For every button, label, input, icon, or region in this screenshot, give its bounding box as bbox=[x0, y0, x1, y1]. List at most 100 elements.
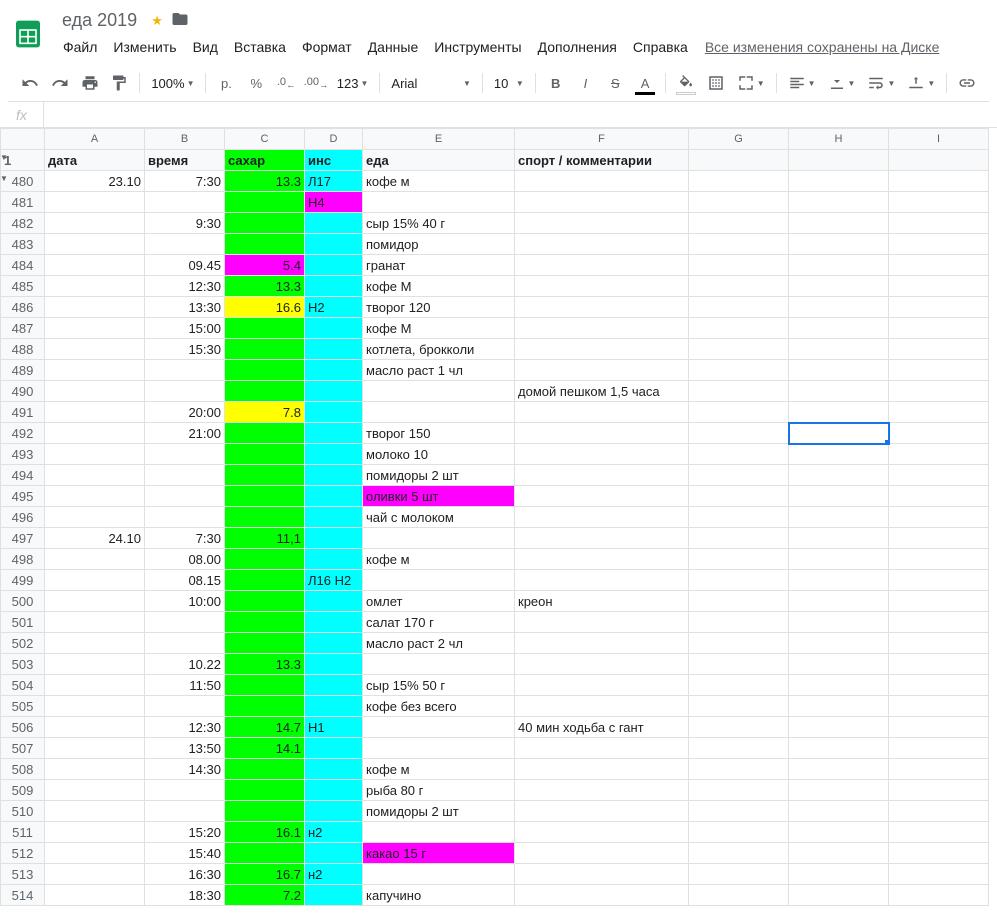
spreadsheet-grid[interactable]: A B C D E F G H I ▼1 дата время сахар ин… bbox=[0, 128, 997, 906]
font-family-dropdown[interactable]: Arial▼ bbox=[386, 73, 476, 94]
cell[interactable]: Н2 bbox=[305, 297, 363, 318]
row-header[interactable]: 514 bbox=[1, 885, 45, 906]
cell[interactable] bbox=[689, 486, 789, 507]
cell[interactable] bbox=[225, 843, 305, 864]
cell[interactable] bbox=[689, 801, 789, 822]
cell[interactable] bbox=[889, 612, 989, 633]
cell[interactable] bbox=[789, 276, 889, 297]
cell[interactable] bbox=[45, 633, 145, 654]
cell[interactable] bbox=[789, 696, 889, 717]
cell[interactable] bbox=[515, 297, 689, 318]
cell[interactable] bbox=[789, 759, 889, 780]
cell[interactable]: 12:30 bbox=[145, 276, 225, 297]
cell[interactable] bbox=[889, 570, 989, 591]
cell[interactable] bbox=[689, 549, 789, 570]
cell[interactable] bbox=[225, 318, 305, 339]
cell[interactable] bbox=[305, 801, 363, 822]
cell[interactable] bbox=[789, 192, 889, 213]
italic-button[interactable]: I bbox=[572, 69, 600, 97]
cell[interactable] bbox=[889, 402, 989, 423]
cell[interactable]: 10:00 bbox=[145, 591, 225, 612]
cell[interactable]: чай с молоком bbox=[363, 507, 515, 528]
row-header[interactable]: 481 bbox=[1, 192, 45, 213]
cell[interactable] bbox=[363, 717, 515, 738]
row-header[interactable]: 498 bbox=[1, 549, 45, 570]
cell[interactable] bbox=[225, 696, 305, 717]
cell[interactable]: 7:30 bbox=[145, 171, 225, 192]
cell[interactable] bbox=[305, 738, 363, 759]
row-header[interactable]: 492 bbox=[1, 423, 45, 444]
cell[interactable] bbox=[225, 759, 305, 780]
redo-button[interactable] bbox=[46, 69, 74, 97]
cell[interactable] bbox=[789, 675, 889, 696]
col-header-I[interactable]: I bbox=[889, 129, 989, 150]
cell[interactable] bbox=[889, 381, 989, 402]
cell[interactable] bbox=[225, 360, 305, 381]
text-wrap-dropdown[interactable]: ▼ bbox=[862, 71, 900, 95]
cell[interactable]: кофе М bbox=[363, 318, 515, 339]
cell[interactable] bbox=[689, 360, 789, 381]
cell[interactable] bbox=[45, 234, 145, 255]
cell[interactable] bbox=[689, 318, 789, 339]
cell[interactable] bbox=[145, 360, 225, 381]
decrease-decimal-button[interactable]: .0← bbox=[272, 69, 300, 97]
cell[interactable] bbox=[789, 612, 889, 633]
cell[interactable] bbox=[689, 843, 789, 864]
cell[interactable] bbox=[225, 486, 305, 507]
cell[interactable] bbox=[689, 171, 789, 192]
cell[interactable] bbox=[689, 885, 789, 906]
cell[interactable] bbox=[515, 318, 689, 339]
merge-cells-dropdown[interactable]: ▼ bbox=[732, 71, 770, 95]
col-header-C[interactable]: C bbox=[225, 129, 305, 150]
row-header[interactable]: 510 bbox=[1, 801, 45, 822]
cell[interactable] bbox=[789, 654, 889, 675]
cell[interactable] bbox=[889, 465, 989, 486]
cell[interactable]: кофе м bbox=[363, 549, 515, 570]
cell[interactable]: Н1 bbox=[305, 717, 363, 738]
row-header[interactable]: 501 bbox=[1, 612, 45, 633]
cell[interactable] bbox=[889, 864, 989, 885]
cell[interactable]: творог 120 bbox=[363, 297, 515, 318]
cell[interactable]: какао 15 г bbox=[363, 843, 515, 864]
cell[interactable] bbox=[789, 360, 889, 381]
cell[interactable]: молоко 10 bbox=[363, 444, 515, 465]
cell[interactable] bbox=[145, 780, 225, 801]
cell[interactable] bbox=[363, 570, 515, 591]
cell[interactable]: домой пешком 1,5 часа bbox=[515, 381, 689, 402]
col-header-A[interactable]: A bbox=[45, 129, 145, 150]
cell[interactable] bbox=[225, 213, 305, 234]
cell[interactable] bbox=[305, 549, 363, 570]
cell[interactable] bbox=[305, 612, 363, 633]
cell[interactable] bbox=[515, 885, 689, 906]
cell[interactable] bbox=[889, 696, 989, 717]
cell[interactable]: 15:40 bbox=[145, 843, 225, 864]
cell[interactable] bbox=[305, 381, 363, 402]
row-header[interactable]: 482 bbox=[1, 213, 45, 234]
cell[interactable]: 21:00 bbox=[145, 423, 225, 444]
cell[interactable] bbox=[789, 885, 889, 906]
cell[interactable]: масло раст 2 чл bbox=[363, 633, 515, 654]
cell[interactable] bbox=[889, 150, 989, 171]
cell[interactable] bbox=[45, 444, 145, 465]
cell[interactable]: 20:00 bbox=[145, 402, 225, 423]
menu-view[interactable]: Вид bbox=[186, 35, 225, 59]
cell[interactable] bbox=[689, 612, 789, 633]
undo-button[interactable] bbox=[16, 69, 44, 97]
row-header[interactable]: 496 bbox=[1, 507, 45, 528]
menu-data[interactable]: Данные bbox=[361, 35, 426, 59]
cell[interactable]: помидоры 2 шт bbox=[363, 465, 515, 486]
cell[interactable] bbox=[225, 444, 305, 465]
cell[interactable] bbox=[689, 717, 789, 738]
cell[interactable] bbox=[789, 465, 889, 486]
increase-decimal-button[interactable]: .00→ bbox=[302, 69, 330, 97]
cell[interactable] bbox=[225, 192, 305, 213]
row-header[interactable]: 489 bbox=[1, 360, 45, 381]
row-header[interactable]: ▼480 bbox=[1, 171, 45, 192]
cell[interactable] bbox=[225, 549, 305, 570]
cell[interactable] bbox=[889, 507, 989, 528]
cell[interactable] bbox=[225, 381, 305, 402]
cell[interactable] bbox=[45, 339, 145, 360]
cell[interactable] bbox=[145, 192, 225, 213]
cell[interactable] bbox=[145, 612, 225, 633]
cell[interactable] bbox=[689, 654, 789, 675]
